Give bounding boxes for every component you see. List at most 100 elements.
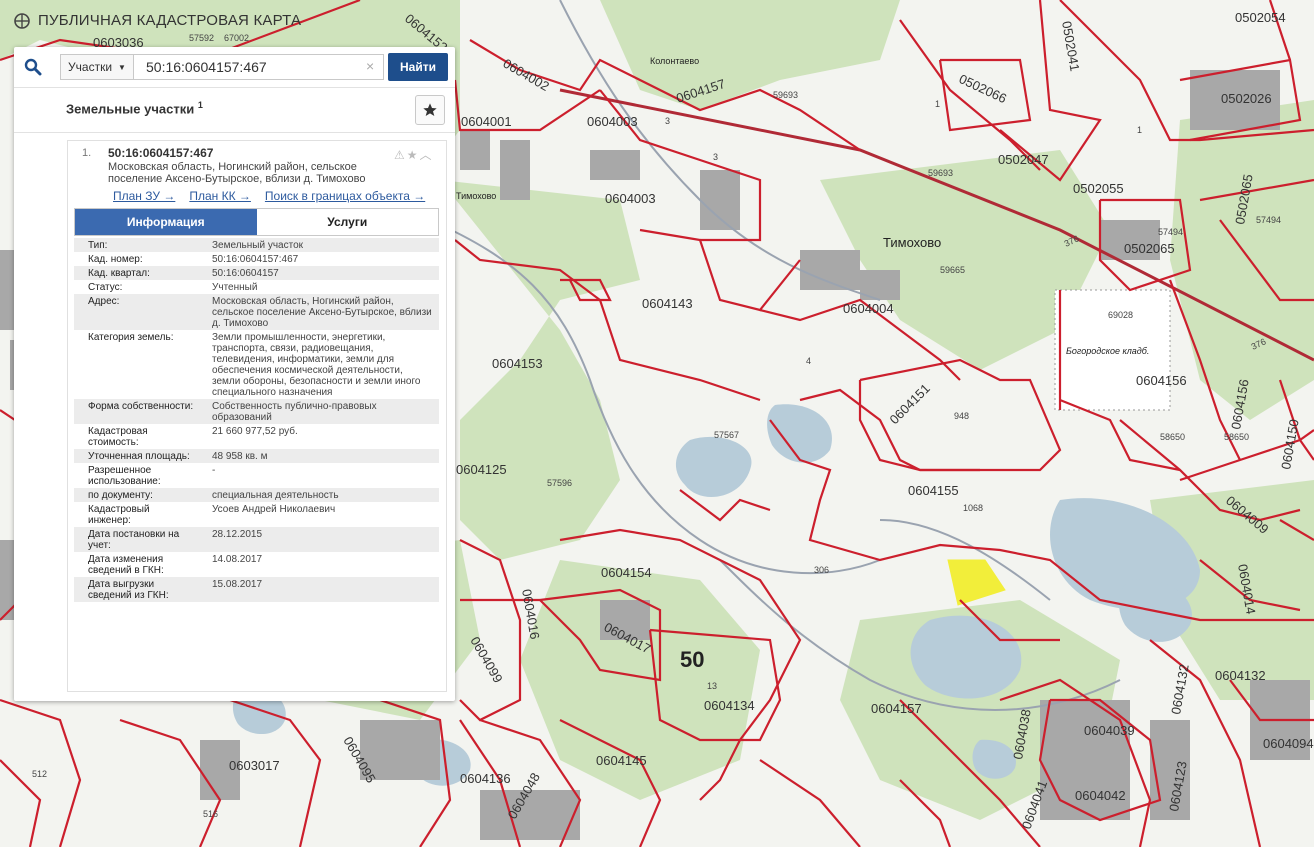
info-row: Дата выгрузки сведений из ГКН: 15.08.2017 (74, 577, 439, 602)
parcel-label: 0604042 (1075, 788, 1126, 803)
parcel-label: 0604136 (460, 771, 511, 786)
search-type-label: Участки (68, 60, 113, 74)
small-label: 58650 (1224, 432, 1249, 442)
info-row: Статус: Учтенный (74, 280, 439, 294)
app-title: ПУБЛИЧНАЯ КАДАСТРОВАЯ КАРТА (14, 12, 301, 29)
small-label: 1 (935, 99, 940, 109)
info-row: Разрешенное использование: - (74, 463, 439, 488)
parcel-label: 0603017 (229, 758, 280, 773)
small-label: 57494 (1256, 215, 1281, 225)
tab-services[interactable]: Услуги (256, 209, 438, 235)
info-table: Тип: Земельный участок Кад. номер: 50:16:06… (74, 238, 439, 602)
info-value[interactable]: 50:16:0604157 (200, 266, 439, 280)
info-value[interactable]: 50:16:0604157:467 (200, 252, 439, 266)
info-row: Уточненная площадь: 48 958 кв. м (74, 449, 439, 463)
small-label: 57592 (189, 33, 214, 43)
search-icon[interactable] (14, 47, 52, 87)
info-row: Дата изменения сведений в ГКН: 14.08.2017 (74, 552, 439, 577)
parcel-label: 0604001 (461, 114, 512, 129)
results-header: Земельные участки 1 (14, 87, 455, 133)
info-value: Собственность публично-правовых образова… (212, 401, 377, 423)
small-label: 3 (713, 152, 718, 162)
parcel-label: 0604132 (1215, 668, 1266, 683)
small-label: 516 (203, 809, 218, 819)
small-label: 306 (814, 565, 829, 575)
parcel-label: 0502054 (1235, 10, 1286, 25)
tab-information[interactable]: Информация (75, 209, 257, 235)
parcel-label: 0502047 (998, 152, 1049, 167)
info-value: Учтенный (212, 282, 258, 293)
globe-logo-icon (14, 12, 30, 29)
info-label: Категория земель: (88, 332, 174, 343)
info-row: Кад. номер: 50:16:0604157:467 (74, 252, 439, 266)
info-label: Кадастровый инженер: (88, 504, 150, 526)
settlement-label: Тимохово (883, 235, 941, 250)
info-value: - (212, 465, 216, 476)
small-label: 69028 (1108, 310, 1133, 320)
warning-icon[interactable]: ⚠ (394, 148, 407, 162)
parcel-label: 0604155 (908, 483, 959, 498)
info-value: 15.08.2017 (212, 579, 263, 590)
info-label: Тип: (88, 240, 108, 251)
info-label: Уточненная площадь: (88, 451, 190, 462)
search-panel: Участки ▼ × Найти Земельные участки 1 1.… (14, 47, 455, 701)
info-label: Кад. квартал: (88, 268, 150, 279)
favorites-button[interactable] (415, 95, 445, 125)
info-row: Дата постановки на учет: 28.12.2015 (74, 527, 439, 552)
star-outline-icon[interactable]: ★ (407, 148, 420, 162)
search-type-select[interactable]: Участки ▼ (60, 54, 134, 80)
search-input[interactable] (134, 54, 384, 80)
small-label: 57596 (547, 478, 572, 488)
info-label: по документу: (88, 490, 153, 501)
result-cadastral-number[interactable]: 50:16:0604157:467 (108, 146, 213, 160)
info-value: 14.08.2017 (212, 554, 263, 565)
info-row: Категория земель: Земли промышленности, э… (74, 330, 439, 399)
info-value: 21 660 977,52 руб. (212, 426, 298, 437)
small-label: 13 (707, 681, 717, 691)
result-card: 1. 50:16:0604157:467 Московская область,… (67, 140, 447, 692)
info-row: Кадастровая стоимость: 21 660 977,52 руб. (74, 424, 439, 449)
info-label: Статус: (88, 282, 123, 293)
app-title-text: ПУБЛИЧНАЯ КАДАСТРОВАЯ КАРТА (38, 12, 302, 29)
result-tabs: Информация Услуги (74, 208, 439, 236)
chevron-down-icon: ▼ (118, 62, 126, 72)
search-bar: Участки ▼ × Найти (14, 47, 455, 87)
info-row: Адрес: Московская область, Ногинский райо… (74, 294, 439, 330)
info-value: Усоев Андрей Николаевич (212, 504, 336, 515)
collapse-icon[interactable]: ︿ (420, 148, 434, 162)
region-label: 50 (680, 647, 704, 672)
small-label: 948 (954, 411, 969, 421)
info-label: Дата постановки на учет: (88, 529, 180, 551)
result-address: Московская область, Ногинский район, сел… (108, 161, 366, 185)
small-label: 512 (32, 769, 47, 779)
parcel-label: 0604143 (642, 296, 693, 311)
parcel-label: 0604145 (596, 753, 647, 768)
parcel-label: 0604004 (843, 301, 894, 316)
info-label: Разрешенное использование: (88, 465, 161, 487)
parcel-label: 0604154 (601, 565, 652, 580)
info-label: Кадастровая стоимость: (88, 426, 148, 448)
small-label: 1 (1137, 125, 1142, 135)
star-icon (423, 103, 437, 116)
small-label: 57567 (714, 430, 739, 440)
info-row: Форма собственности: Собственность публич… (74, 399, 439, 424)
results-count: 1 (197, 100, 203, 110)
info-row: по документу: специальная деятельность (74, 488, 439, 502)
find-button[interactable]: Найти (388, 53, 448, 81)
info-row: Кад. квартал: 50:16:0604157 (74, 266, 439, 280)
small-label: 58650 (1160, 432, 1185, 442)
clear-search-icon[interactable]: × (366, 58, 374, 74)
info-label: Адрес: (88, 296, 120, 307)
plan-kk-link[interactable]: План КК → (189, 189, 251, 203)
parcel-label: 0502026 (1221, 91, 1272, 106)
results-title: Земельные участки 1 (66, 100, 203, 117)
info-value: Московская область, Ногинский район, сел… (212, 296, 432, 329)
result-index: 1. (82, 147, 92, 159)
search-in-bounds-link[interactable]: Поиск в границах объекта → (265, 189, 425, 203)
info-value: специальная деятельность (212, 490, 339, 501)
small-label: 57494 (1158, 227, 1183, 237)
plan-zu-link[interactable]: План ЗУ → (113, 189, 175, 203)
result-links: План ЗУ → План КК → Поиск в границах объ… (113, 189, 425, 203)
info-row: Тип: Земельный участок (74, 238, 439, 252)
parcel-label: 0604003 (587, 114, 638, 129)
